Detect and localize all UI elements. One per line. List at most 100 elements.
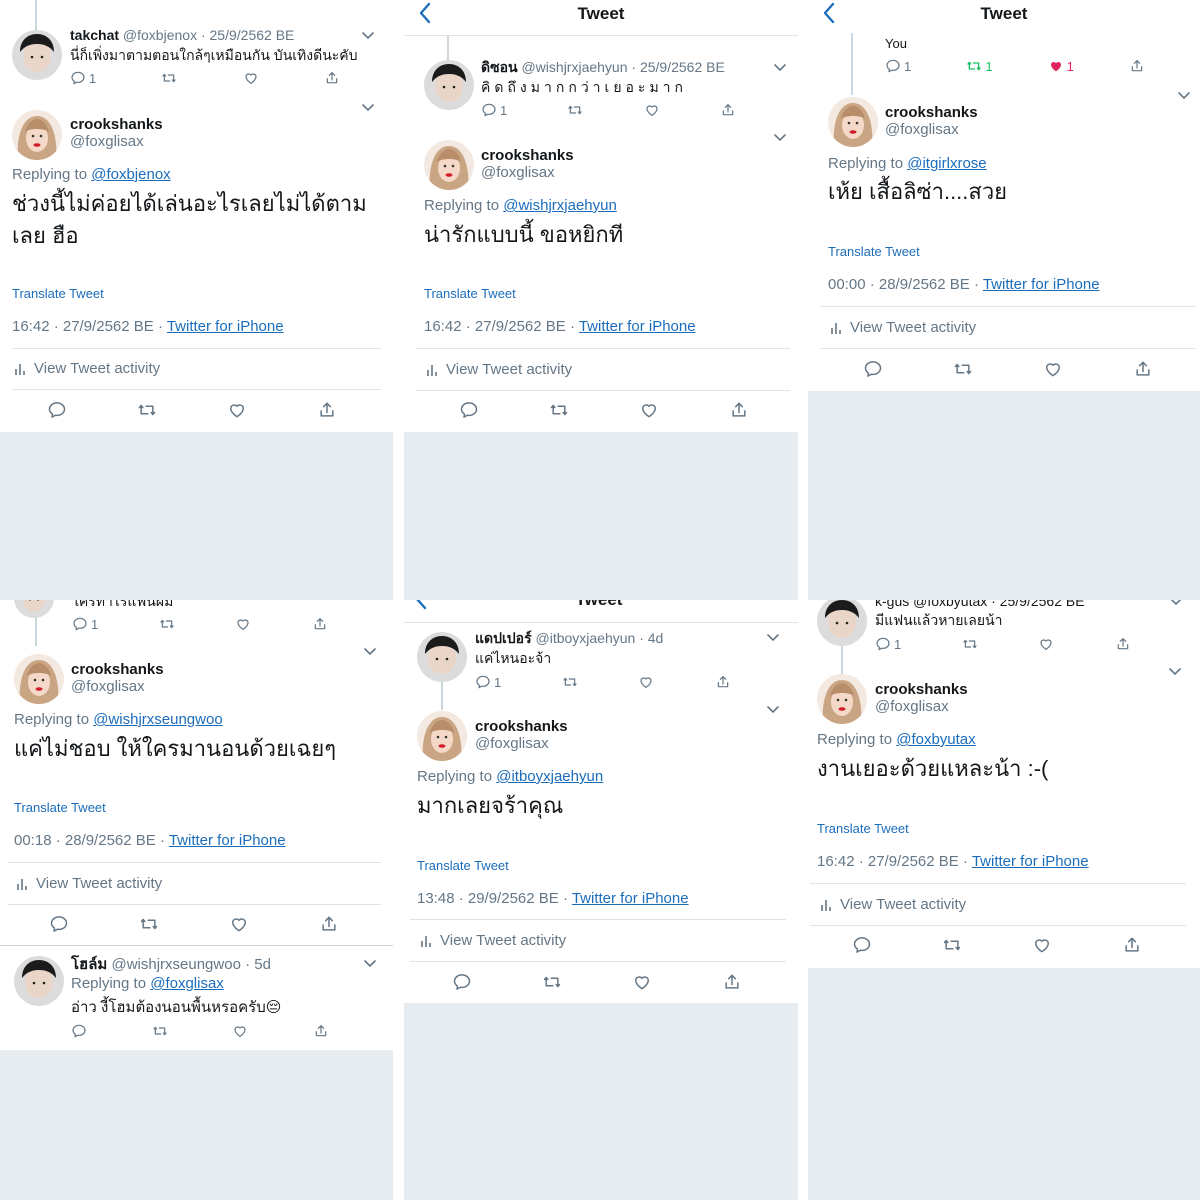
client-link[interactable]: Twitter for iPhone bbox=[572, 890, 689, 907]
chevron-down-icon[interactable] bbox=[1178, 92, 1190, 100]
avatar[interactable] bbox=[424, 140, 474, 190]
retweet-icon[interactable] bbox=[161, 70, 177, 86]
author-name[interactable]: crookshanks bbox=[875, 681, 968, 698]
chevron-down-icon[interactable] bbox=[774, 134, 786, 142]
retweet-icon[interactable] bbox=[966, 58, 982, 74]
retweet-icon[interactable] bbox=[137, 400, 157, 420]
share-icon[interactable] bbox=[1129, 58, 1145, 74]
like-icon[interactable] bbox=[229, 914, 249, 934]
like-icon[interactable] bbox=[639, 400, 659, 420]
translate-tweet-link[interactable]: Translate Tweet bbox=[12, 286, 104, 301]
parent-name[interactable]: ดิซอน bbox=[481, 59, 518, 75]
parent-handle[interactable]: @wishjrxjaehyun bbox=[521, 59, 627, 75]
reply-to-link[interactable]: @wishjrxjaehyun bbox=[503, 197, 617, 214]
retweet-icon[interactable] bbox=[953, 359, 973, 379]
reply-icon[interactable] bbox=[885, 58, 901, 74]
client-link[interactable]: Twitter for iPhone bbox=[983, 276, 1100, 293]
avatar[interactable] bbox=[12, 30, 62, 80]
share-icon[interactable] bbox=[324, 70, 340, 86]
reply-to-link[interactable]: @itboyxjaehyun bbox=[496, 768, 603, 785]
reply-icon[interactable] bbox=[71, 1023, 87, 1039]
reply-icon[interactable] bbox=[475, 674, 491, 690]
reply-icon[interactable] bbox=[875, 636, 891, 652]
retweet-icon[interactable] bbox=[542, 972, 562, 992]
reply-icon[interactable] bbox=[863, 359, 883, 379]
like-icon[interactable] bbox=[1043, 359, 1063, 379]
share-icon[interactable] bbox=[317, 400, 337, 420]
view-activity-button[interactable]: View Tweet activity bbox=[426, 361, 572, 378]
chevron-down-icon[interactable] bbox=[1170, 600, 1182, 606]
like-icon[interactable] bbox=[235, 616, 251, 632]
reply-icon[interactable] bbox=[49, 914, 69, 934]
avatar[interactable] bbox=[14, 600, 54, 618]
retweet-icon[interactable] bbox=[152, 1023, 168, 1039]
like-icon[interactable] bbox=[638, 674, 654, 690]
share-icon[interactable] bbox=[319, 914, 339, 934]
share-icon[interactable] bbox=[313, 1023, 329, 1039]
author-name[interactable]: crookshanks bbox=[71, 661, 164, 678]
avatar[interactable] bbox=[417, 632, 467, 682]
share-icon[interactable] bbox=[729, 400, 749, 420]
avatar[interactable] bbox=[828, 97, 878, 147]
like-icon[interactable] bbox=[227, 400, 247, 420]
chevron-down-icon[interactable] bbox=[1169, 668, 1181, 676]
client-link[interactable]: Twitter for iPhone bbox=[579, 318, 696, 335]
author-handle[interactable]: @foxglisax bbox=[475, 735, 568, 752]
view-activity-button[interactable]: View Tweet activity bbox=[16, 875, 162, 892]
author-name[interactable]: crookshanks bbox=[481, 147, 574, 164]
like-icon[interactable] bbox=[232, 1023, 248, 1039]
share-icon[interactable] bbox=[1133, 359, 1153, 379]
share-icon[interactable] bbox=[715, 674, 731, 690]
author-name[interactable]: crookshanks bbox=[70, 116, 163, 133]
avatar[interactable] bbox=[14, 654, 64, 704]
translate-tweet-link[interactable]: Translate Tweet bbox=[14, 800, 106, 815]
translate-tweet-link[interactable]: Translate Tweet bbox=[417, 858, 509, 873]
avatar[interactable] bbox=[817, 674, 867, 724]
like-icon[interactable] bbox=[644, 102, 660, 118]
share-icon[interactable] bbox=[312, 616, 328, 632]
chevron-down-icon[interactable] bbox=[767, 706, 779, 714]
view-activity-button[interactable]: View Tweet activity bbox=[14, 360, 160, 377]
child-name[interactable]: โฮล์ม bbox=[71, 956, 107, 973]
retweet-icon[interactable] bbox=[962, 636, 978, 652]
like-icon[interactable] bbox=[243, 70, 259, 86]
liked-heart-icon[interactable] bbox=[1048, 58, 1064, 74]
author-handle[interactable]: @foxglisax bbox=[70, 133, 163, 150]
avatar[interactable] bbox=[424, 60, 474, 110]
author-handle[interactable]: @foxglisax bbox=[71, 678, 164, 695]
author-name[interactable]: crookshanks bbox=[885, 104, 978, 121]
parent-name[interactable]: แดปเปอร์ bbox=[475, 630, 532, 646]
chevron-down-icon[interactable] bbox=[774, 64, 786, 72]
reply-to-link[interactable]: @foxbyutax bbox=[896, 731, 975, 748]
avatar[interactable] bbox=[817, 600, 867, 646]
parent-handle[interactable]: @foxbjenox bbox=[123, 27, 197, 43]
reply-to-link[interactable]: @itgirlxrose bbox=[907, 155, 986, 172]
share-icon[interactable] bbox=[722, 972, 742, 992]
like-icon[interactable] bbox=[1038, 636, 1054, 652]
retweet-icon[interactable] bbox=[562, 674, 578, 690]
reply-icon[interactable] bbox=[481, 102, 497, 118]
chevron-down-icon[interactable] bbox=[364, 960, 376, 968]
chevron-down-icon[interactable] bbox=[364, 648, 376, 656]
share-icon[interactable] bbox=[1122, 935, 1142, 955]
parent-handle[interactable]: @itboyxjaehyun · 4d bbox=[536, 630, 664, 646]
client-link[interactable]: Twitter for iPhone bbox=[167, 318, 284, 335]
reply-icon[interactable] bbox=[452, 972, 472, 992]
view-activity-button[interactable]: View Tweet activity bbox=[420, 932, 566, 949]
view-activity-button[interactable]: View Tweet activity bbox=[820, 896, 966, 913]
avatar[interactable] bbox=[12, 110, 62, 160]
retweet-icon[interactable] bbox=[549, 400, 569, 420]
chevron-down-icon[interactable] bbox=[362, 32, 374, 40]
translate-tweet-link[interactable]: Translate Tweet bbox=[828, 244, 920, 259]
child-reply-link[interactable]: @foxglisax bbox=[150, 975, 224, 992]
translate-tweet-link[interactable]: Translate Tweet bbox=[424, 286, 516, 301]
reply-icon[interactable] bbox=[852, 935, 872, 955]
client-link[interactable]: Twitter for iPhone bbox=[169, 832, 286, 849]
like-icon[interactable] bbox=[632, 972, 652, 992]
reply-icon[interactable] bbox=[70, 70, 86, 86]
author-handle[interactable]: @foxglisax bbox=[875, 698, 968, 715]
avatar[interactable] bbox=[14, 956, 64, 1006]
retweet-icon[interactable] bbox=[567, 102, 583, 118]
share-icon[interactable] bbox=[1115, 636, 1131, 652]
view-activity-button[interactable]: View Tweet activity bbox=[830, 319, 976, 336]
